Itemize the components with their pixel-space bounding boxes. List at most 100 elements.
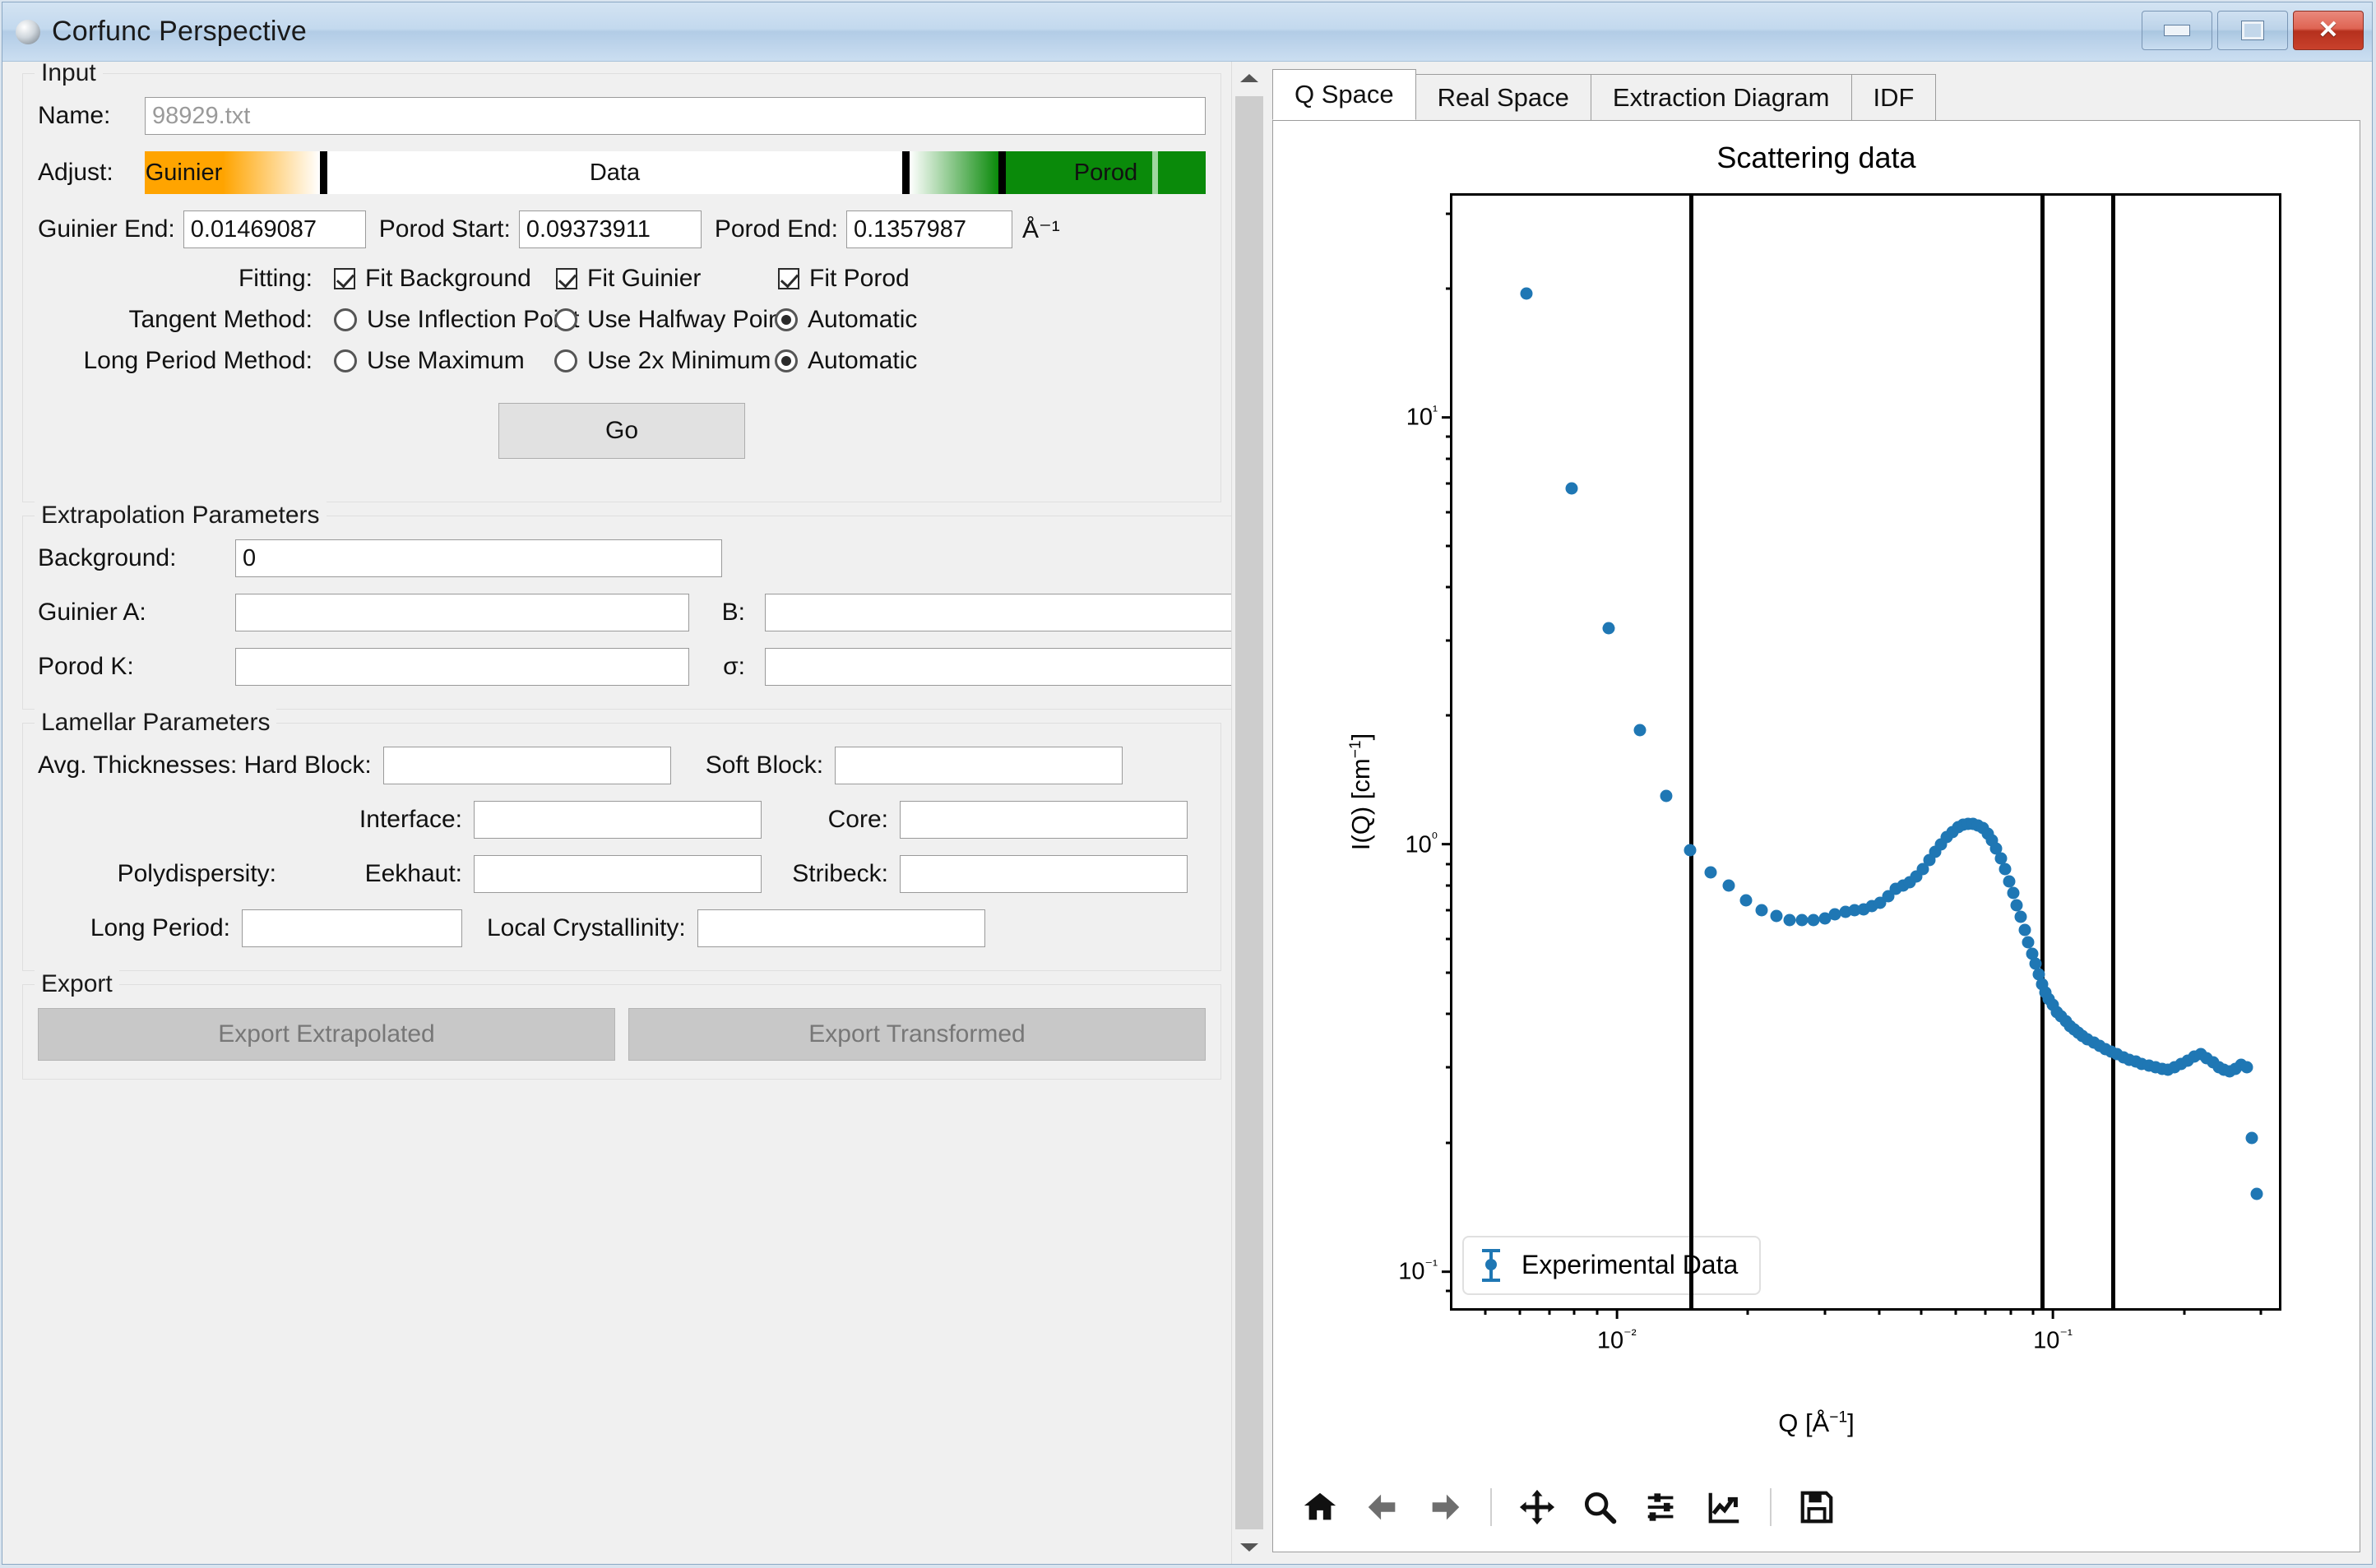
chevron-up-icon <box>1239 74 1258 82</box>
y-tick-label: 10¹ <box>1406 403 1452 432</box>
porod-fade <box>910 151 998 194</box>
adjust-slider[interactable]: Guinier Data Porod <box>145 151 1206 194</box>
y-axis-label: I(Q) [cm−1] <box>1346 733 1376 851</box>
tab-idf[interactable]: IDF <box>1850 74 1937 120</box>
home-icon[interactable] <box>1295 1482 1345 1533</box>
y-minor-tick <box>1446 585 1452 589</box>
porod-k-input[interactable] <box>235 648 689 686</box>
errorbar-marker-icon <box>1479 1247 1503 1284</box>
tangent-inflection-radio[interactable]: Use Inflection Point <box>334 306 579 334</box>
back-arrow-icon[interactable] <box>1357 1482 1408 1533</box>
tab-q-space[interactable]: Q Space <box>1272 69 1416 120</box>
scroll-up-button[interactable] <box>1232 62 1267 95</box>
zoom-icon[interactable] <box>1574 1482 1625 1533</box>
radio-icon <box>554 349 577 372</box>
extrapolation-group-title: Extrapolation Parameters <box>35 502 327 530</box>
guinier-end-line[interactable] <box>1689 196 1694 1308</box>
lp-maximum-radio[interactable]: Use Maximum <box>334 347 525 375</box>
interface-input[interactable] <box>474 801 762 839</box>
guinier-a-input[interactable] <box>235 594 689 631</box>
x-minor-tick <box>1596 1308 1598 1315</box>
porod-start-input[interactable] <box>518 210 702 248</box>
guinier-end-input[interactable] <box>183 210 366 248</box>
porod-marker <box>1152 151 1158 194</box>
save-figure-icon[interactable] <box>1791 1482 1842 1533</box>
tangent-halfway-radio[interactable]: Use Halfway Point <box>554 306 789 334</box>
y-minor-tick <box>1446 884 1452 887</box>
porod-segment[interactable]: Porod <box>1006 151 1206 194</box>
plot-axes[interactable]: Experimental Data 10¹ 10⁰ 10⁻¹ 10⁻² 10⁻¹ <box>1398 193 2281 1354</box>
export-buttons-row: Export Extrapolated Export Transformed <box>38 1008 1206 1061</box>
x-tick-label: 10⁻¹ <box>2033 1308 2073 1355</box>
minimize-button[interactable] <box>2142 11 2212 50</box>
long-period-input[interactable] <box>242 909 462 947</box>
polydispersity-row: Polydispersity: Eekhaut: Stribeck: <box>38 855 1206 893</box>
left-panel-scrollbar[interactable] <box>1231 62 1266 1564</box>
stribeck-input[interactable] <box>900 855 1188 893</box>
long-period-label: Long Period: <box>90 914 230 941</box>
tangent-automatic-label: Automatic <box>808 306 918 333</box>
minimize-icon <box>2164 25 2190 36</box>
scrollbar-thumb[interactable] <box>1234 96 1263 1529</box>
y-minor-tick <box>1446 639 1452 642</box>
tab-extraction-diagram[interactable]: Extraction Diagram <box>1590 74 1852 120</box>
porod-end-input[interactable] <box>845 210 1012 248</box>
app-window: Corfunc Perspective ✕ Input Name: Adjust… <box>2 2 2373 1565</box>
tangent-automatic-radio[interactable]: Automatic <box>775 306 917 334</box>
scroll-down-button[interactable] <box>1232 1531 1267 1564</box>
fit-porod-checkbox[interactable]: Fit Porod <box>778 265 910 293</box>
guinier-segment[interactable]: Guinier <box>145 151 223 194</box>
porod-start-line[interactable] <box>2040 196 2045 1308</box>
x-minor-tick <box>2259 1308 2263 1315</box>
x-minor-tick <box>2009 1308 2012 1315</box>
lp-2x-minimum-radio[interactable]: Use 2x Minimum <box>554 347 775 375</box>
hard-block-input[interactable] <box>382 747 671 784</box>
x-minor-tick <box>1746 1308 1749 1315</box>
forward-arrow-icon[interactable] <box>1420 1482 1471 1533</box>
data-point <box>1602 622 1615 635</box>
lp-automatic-radio[interactable]: Automatic <box>775 347 917 375</box>
configure-subplots-icon[interactable] <box>1637 1482 1688 1533</box>
x-minor-tick <box>1878 1308 1881 1315</box>
data-point <box>1722 879 1735 892</box>
porod-k-label: Porod K: <box>38 653 134 680</box>
pan-icon[interactable] <box>1512 1482 1563 1533</box>
porod-end-handle[interactable] <box>998 151 1006 194</box>
close-button[interactable]: ✕ <box>2293 11 2364 50</box>
name-input[interactable] <box>145 97 1206 135</box>
data-point <box>2003 875 2016 888</box>
hard-soft-block-row: Avg. Thicknesses: Hard Block: Soft Block… <box>38 747 1206 784</box>
window-title: Corfunc Perspective <box>52 16 307 47</box>
local-crystallinity-label: Local Crystallinity: <box>487 914 686 941</box>
guinier-b-input[interactable] <box>765 594 1231 631</box>
data-segment[interactable]: Data <box>327 151 902 194</box>
fit-guinier-label: Fit Guinier <box>587 265 702 292</box>
fit-background-checkbox[interactable]: Fit Background <box>334 265 556 293</box>
go-button[interactable]: Go <box>498 403 745 459</box>
core-input[interactable] <box>900 801 1188 839</box>
local-crystallinity-input[interactable] <box>697 909 985 947</box>
export-extrapolated-button[interactable]: Export Extrapolated <box>38 1008 615 1061</box>
y-minor-tick <box>1446 457 1452 460</box>
y-minor-tick <box>1446 937 1452 941</box>
y-minor-tick <box>1446 909 1452 912</box>
porod-end-label: Porod End: <box>714 215 838 243</box>
data-segment-label: Data <box>589 159 641 186</box>
y-minor-tick <box>1446 1289 1452 1293</box>
long-period-method-label: Long Period Method: <box>83 347 313 374</box>
export-transformed-button[interactable]: Export Transformed <box>628 1008 1206 1061</box>
eekhaut-input[interactable] <box>474 855 762 893</box>
fit-guinier-checkbox[interactable]: Fit Guinier <box>556 265 778 293</box>
sigma-input[interactable] <box>765 648 1231 686</box>
main-content: Input Name: Adjust: Guinier Data <box>2 62 2372 1564</box>
y-minor-tick <box>1446 287 1452 290</box>
title-bar: Corfunc Perspective ✕ <box>2 2 2372 62</box>
porod-start-handle[interactable] <box>902 151 910 194</box>
background-input[interactable] <box>235 539 722 577</box>
porod-end-line[interactable] <box>2110 196 2115 1308</box>
soft-block-input[interactable] <box>835 747 1123 784</box>
edit-curves-icon[interactable] <box>1699 1482 1750 1533</box>
guinier-end-handle[interactable] <box>320 151 327 194</box>
tab-real-space[interactable]: Real Space <box>1415 74 1591 120</box>
maximize-button[interactable] <box>2217 11 2288 50</box>
